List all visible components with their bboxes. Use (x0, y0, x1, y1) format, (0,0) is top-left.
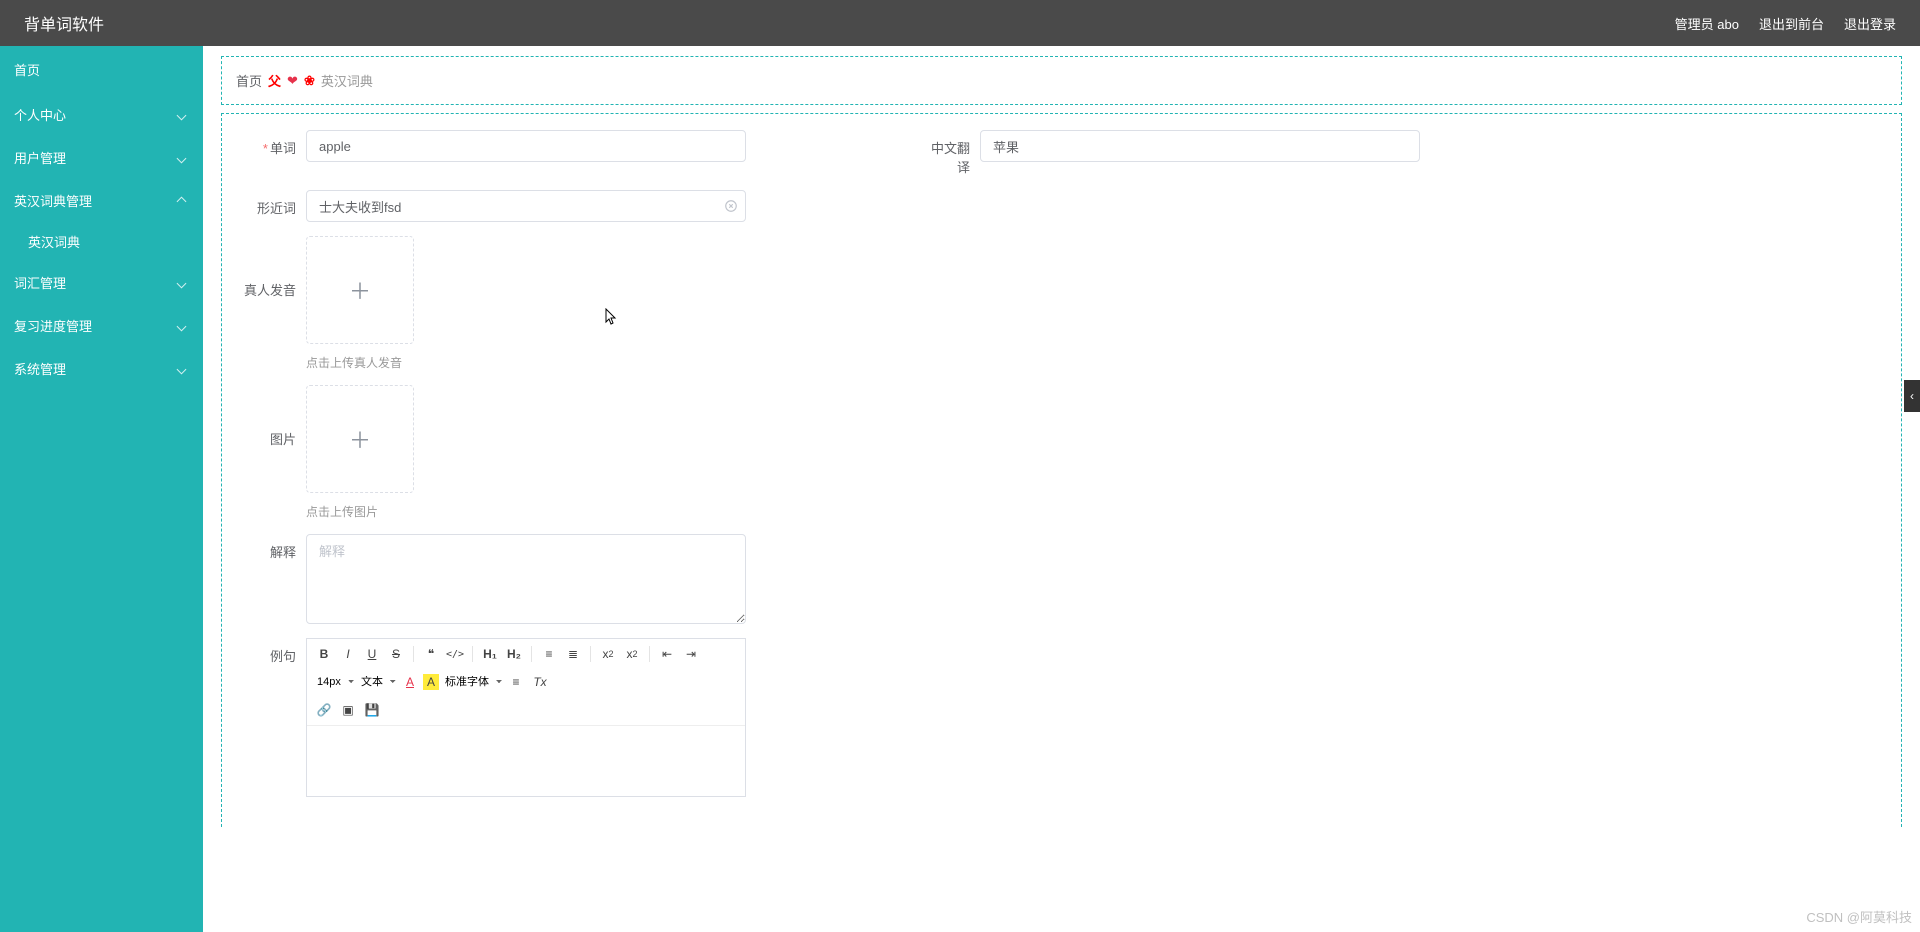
similar-label: 形近词 (238, 190, 296, 217)
sidebar-item-users[interactable]: 用户管理 (0, 136, 203, 179)
video-button[interactable]: 💾 (361, 699, 383, 721)
breadcrumb-home[interactable]: 首页 (236, 71, 262, 90)
flower-icon: ❀ (304, 73, 315, 89)
sidebar-item-label: 复习进度管理 (14, 316, 92, 335)
image-button[interactable]: ▣ (337, 699, 359, 721)
sidebar-item-label: 用户管理 (14, 148, 66, 167)
code-button[interactable]: </> (444, 643, 466, 665)
similar-input[interactable] (306, 190, 746, 222)
audio-upload[interactable]: ＋ (306, 236, 414, 344)
subscript-button[interactable]: x2 (597, 643, 619, 665)
heart-icon: ❤ (287, 73, 298, 89)
image-label: 图片 (238, 385, 296, 448)
separator (413, 646, 414, 662)
watermark: CSDN @阿莫科技 (1806, 907, 1912, 926)
header-admin-link[interactable]: 管理员 abo (1675, 14, 1739, 33)
sidebar-item-vocab[interactable]: 词汇管理 (0, 261, 203, 304)
rich-editor: B I U S ❝ </> H₁ H₂ ≡ ≣ (306, 638, 746, 797)
drawer-toggle[interactable]: ‹ (1904, 380, 1920, 412)
editor-toolbar: B I U S ❝ </> H₁ H₂ ≡ ≣ (307, 639, 745, 726)
sidebar-subitem-dict[interactable]: 英汉词典 (0, 222, 203, 261)
breadcrumb: 首页 父 ❤ ❀ 英汉词典 (221, 56, 1902, 105)
app-title: 背单词软件 (24, 11, 104, 35)
example-label: 例句 (238, 638, 296, 665)
image-upload[interactable]: ＋ (306, 385, 414, 493)
chevron-down-icon (178, 361, 189, 376)
breadcrumb-current: 英汉词典 (321, 71, 373, 90)
sidebar-item-review[interactable]: 复习进度管理 (0, 304, 203, 347)
breadcrumb-sep-icon: 父 (268, 71, 281, 90)
image-upload-hint: 点击上传图片 (306, 503, 414, 520)
editor-content[interactable] (307, 726, 745, 796)
chevron-down-icon (178, 150, 189, 165)
chevron-down-icon (178, 275, 189, 290)
audio-upload-hint: 点击上传真人发音 (306, 354, 414, 371)
sidebar-item-profile[interactable]: 个人中心 (0, 93, 203, 136)
ul-button[interactable]: ≣ (562, 643, 584, 665)
main-content: 首页 父 ❤ ❀ 英汉词典 单词 中文翻译 形近词 (203, 46, 1920, 932)
sidebar-item-system[interactable]: 系统管理 (0, 347, 203, 390)
sidebar-home[interactable]: 首页 (0, 46, 203, 93)
chevron-up-icon (178, 193, 189, 208)
h2-button[interactable]: H₂ (503, 643, 525, 665)
sidebar-item-label: 词汇管理 (14, 273, 66, 292)
word-input[interactable] (306, 130, 746, 162)
plus-icon: ＋ (349, 274, 371, 306)
strike-button[interactable]: S (385, 643, 407, 665)
sidebar-item-label: 个人中心 (14, 105, 66, 124)
translation-label: 中文翻译 (920, 130, 970, 176)
separator (590, 646, 591, 662)
separator (472, 646, 473, 662)
sidebar: 首页 个人中心 用户管理 英汉词典管理 英汉词典 词汇管理 复习进度管理 系统管… (0, 46, 203, 932)
link-button[interactable]: 🔗 (313, 699, 335, 721)
translation-input[interactable] (980, 130, 1420, 162)
header-front-link[interactable]: 退出到前台 (1759, 14, 1824, 33)
outdent-button[interactable]: ⇤ (656, 643, 678, 665)
clean-button[interactable]: Tx (529, 671, 551, 693)
word-label: 单词 (238, 130, 296, 157)
header-select[interactable]: 文本 (357, 671, 397, 693)
separator (649, 646, 650, 662)
h1-button[interactable]: H₁ (479, 643, 501, 665)
sidebar-item-dict[interactable]: 英汉词典管理 (0, 179, 203, 222)
align-button[interactable]: ≡ (505, 671, 527, 693)
sidebar-item-label: 英汉词典管理 (14, 191, 92, 210)
underline-button[interactable]: U (361, 643, 383, 665)
explain-textarea[interactable] (306, 534, 746, 624)
clear-icon[interactable] (724, 199, 738, 213)
header-logout-link[interactable]: 退出登录 (1844, 14, 1896, 33)
indent-button[interactable]: ⇥ (680, 643, 702, 665)
chevron-left-icon: ‹ (1910, 389, 1914, 403)
audio-label: 真人发音 (238, 236, 296, 299)
bold-button[interactable]: B (313, 643, 335, 665)
sidebar-item-label: 系统管理 (14, 359, 66, 378)
plus-icon: ＋ (349, 423, 371, 455)
font-family-select[interactable]: 标准字体 (441, 671, 503, 693)
chevron-down-icon (178, 318, 189, 333)
font-size-select[interactable]: 14px (313, 671, 355, 693)
quote-button[interactable]: ❝ (420, 643, 442, 665)
superscript-button[interactable]: x2 (621, 643, 643, 665)
chevron-down-icon (178, 107, 189, 122)
separator (531, 646, 532, 662)
explain-label: 解释 (238, 534, 296, 561)
italic-button[interactable]: I (337, 643, 359, 665)
ol-button[interactable]: ≡ (538, 643, 560, 665)
bg-color-button[interactable]: A (423, 674, 439, 690)
text-color-button[interactable]: A (399, 671, 421, 693)
